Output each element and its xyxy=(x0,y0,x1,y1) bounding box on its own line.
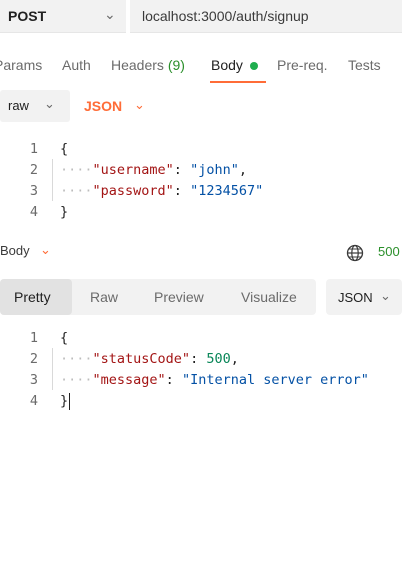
view-tab-raw[interactable]: Raw xyxy=(90,289,118,305)
code-line: ····"message": "Internal server error" xyxy=(60,370,369,390)
indent-guide xyxy=(52,159,53,201)
code-line: ····"username": "john", xyxy=(60,160,247,180)
line-number: 2 xyxy=(29,162,38,178)
globe-icon[interactable] xyxy=(346,244,364,262)
chevron-down-icon: ⌄ xyxy=(40,242,51,257)
text-cursor xyxy=(69,393,70,410)
line-number: 3 xyxy=(29,183,38,199)
request-body-editor[interactable]: 1 2 3 4 { ····"username": "john", ····"p… xyxy=(0,139,402,223)
body-modified-dot xyxy=(250,62,258,70)
chevron-down-icon: ⌄ xyxy=(44,96,55,111)
tab-auth[interactable]: Auth xyxy=(62,57,91,73)
url-text: localhost:3000/auth/signup xyxy=(142,8,309,24)
status-code: 500 xyxy=(378,244,400,259)
active-tab-underline xyxy=(210,81,266,83)
open-brace: { xyxy=(60,141,69,157)
json-value: "Internal server error" xyxy=(181,372,369,388)
url-input[interactable]: localhost:3000/auth/signup xyxy=(130,0,402,33)
response-body-select[interactable]: Body xyxy=(0,243,30,258)
view-tab-visualize[interactable]: Visualize xyxy=(241,289,297,305)
line-number: 4 xyxy=(29,393,38,409)
indent-whitespace: ···· xyxy=(60,372,93,388)
headers-count: (9) xyxy=(167,57,185,73)
tab-params[interactable]: Params xyxy=(0,57,42,73)
line-number: 2 xyxy=(29,351,38,367)
body-language-select[interactable]: JSON xyxy=(84,98,122,114)
json-comma: , xyxy=(238,162,247,178)
tab-body[interactable]: Body xyxy=(211,57,243,73)
chevron-down-icon: ⌄ xyxy=(380,288,391,303)
tab-tests[interactable]: Tests xyxy=(348,57,381,73)
body-mode-label: raw xyxy=(8,98,29,113)
line-number: 1 xyxy=(29,141,38,157)
tab-prereq[interactable]: Pre-req. xyxy=(277,57,328,73)
json-separator: : xyxy=(190,351,207,367)
body-mode-select[interactable]: raw ⌄ xyxy=(0,90,70,122)
json-separator: : xyxy=(173,183,191,199)
method-label: POST xyxy=(8,8,47,24)
code-line: ····"password": "1234567" xyxy=(60,181,263,201)
open-brace: { xyxy=(60,330,69,346)
line-number: 1 xyxy=(29,330,38,346)
response-format-label: JSON xyxy=(338,290,373,305)
json-key: "message" xyxy=(92,372,166,388)
view-tab-preview[interactable]: Preview xyxy=(154,289,204,305)
indent-guide xyxy=(52,348,53,390)
close-brace: } xyxy=(60,204,69,220)
json-value: "john" xyxy=(190,162,239,178)
tab-headers-label: Headers xyxy=(111,57,164,73)
json-separator: : xyxy=(165,372,182,388)
chevron-down-icon: ⌄ xyxy=(104,6,116,22)
view-tab-pretty[interactable]: Pretty xyxy=(14,289,51,305)
code-line: ····"statusCode": 500, xyxy=(60,349,239,369)
json-value: 500 xyxy=(206,351,231,367)
tab-headers[interactable]: Headers (9) xyxy=(111,57,185,73)
json-key: "password" xyxy=(92,183,174,199)
line-number: 4 xyxy=(29,204,38,220)
response-body-viewer[interactable]: 1 2 3 4 { ····"statusCode": 500, ····"me… xyxy=(0,328,402,412)
line-number: 3 xyxy=(29,372,38,388)
chevron-down-icon: ⌄ xyxy=(134,97,145,112)
json-separator: : xyxy=(173,162,191,178)
json-value: "1234567" xyxy=(190,183,264,199)
indent-whitespace: ···· xyxy=(60,183,93,199)
indent-whitespace: ···· xyxy=(60,162,93,178)
method-select[interactable]: POST ⌄ xyxy=(0,0,126,33)
json-key: "statusCode" xyxy=(92,351,191,367)
json-comma: , xyxy=(230,351,239,367)
json-key: "username" xyxy=(92,162,174,178)
indent-whitespace: ···· xyxy=(60,351,93,367)
close-brace: } xyxy=(60,393,69,409)
